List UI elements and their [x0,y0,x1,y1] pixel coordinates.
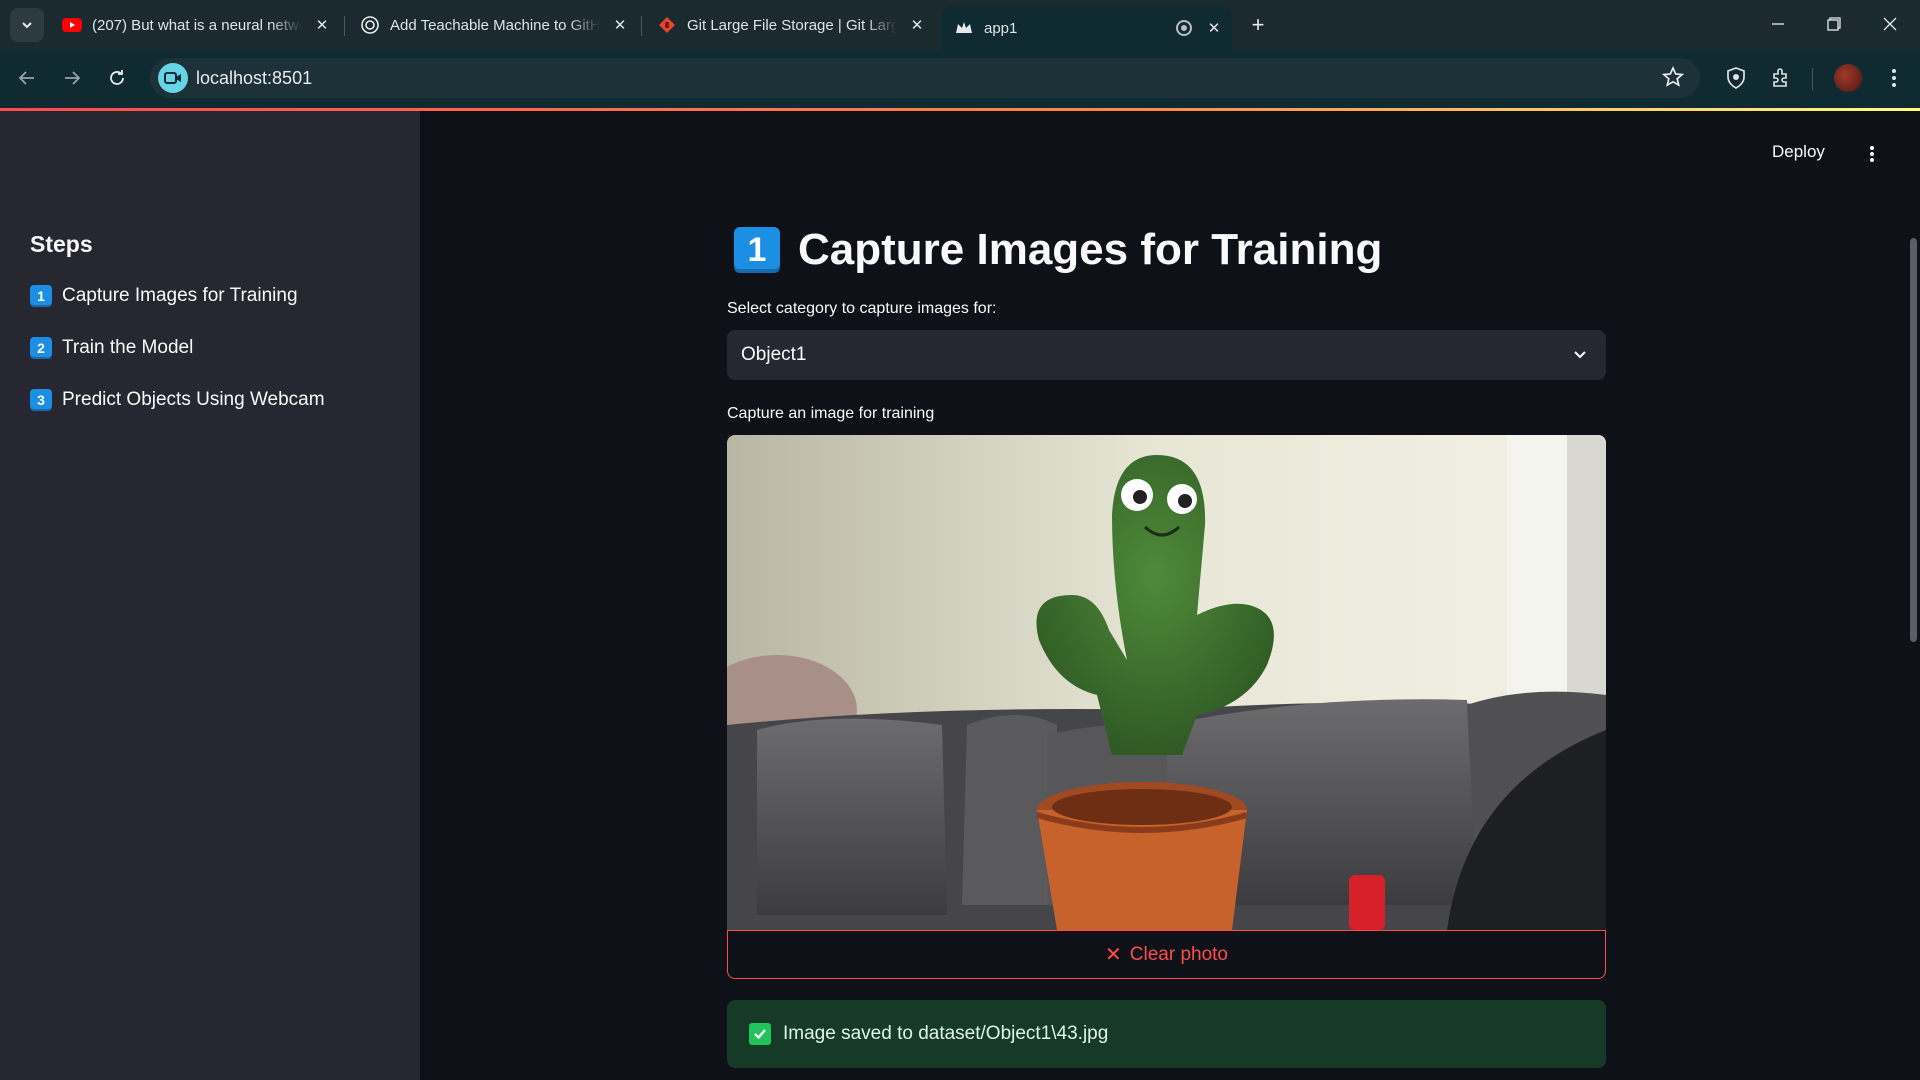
chevron-down-icon [22,22,32,29]
bookmark-star-icon[interactable] [1661,65,1685,93]
close-tab-icon[interactable]: ✕ [1204,18,1224,38]
tab-separator [344,16,345,36]
category-select-value: Object1 [741,344,807,365]
clear-photo-label: Clear photo [1129,943,1228,965]
back-button[interactable] [10,61,44,95]
close-tab-icon[interactable]: ✕ [907,15,927,35]
restore-button[interactable] [1806,0,1862,48]
keycap-two-icon: 2 [30,337,52,359]
category-select-label: Select category to capture images for: [727,300,997,317]
browser-tab-youtube[interactable]: (207) But what is a neural netwo ✕ [50,8,340,42]
success-message: Image saved to dataset/Object1\43.jpg [783,1023,1109,1044]
tab-separator [641,16,642,36]
arrow-left-icon [18,71,34,85]
sidebar-item-label: Predict Objects Using Webcam [62,389,325,410]
browser-toolbar: localhost:8501 [0,50,1920,108]
camera-in-use-icon [164,72,181,84]
browser-tab-bar: (207) But what is a neural netwo ✕ Add T… [0,0,1920,50]
shield-extension-icon[interactable] [1720,62,1752,94]
close-tab-icon[interactable]: ✕ [610,15,630,35]
extensions-puzzle-icon[interactable] [1765,62,1797,94]
sidebar-item-predict[interactable]: 3 Predict Objects Using Webcam [30,385,325,415]
sidebar-item-capture[interactable]: 1 Capture Images for Training [30,281,298,311]
page-title: 1 Capture Images for Training [734,222,1382,278]
reload-button[interactable] [100,61,134,95]
minimize-button[interactable] [1750,0,1806,48]
new-tab-button[interactable]: + [1245,12,1271,38]
sidebar-heading: Steps [30,231,93,257]
keycap-one-icon: 1 [734,227,780,273]
url-text: localhost:8501 [196,68,313,88]
success-alert: Image saved to dataset/Object1\43.jpg [727,1000,1606,1068]
openai-icon [360,15,380,35]
check-mark-icon [749,1023,771,1045]
minimize-icon [1772,23,1784,25]
close-icon: ✕ [1105,944,1122,966]
browser-tab-git-lfs[interactable]: Git Large File Storage | Git Large ✕ [645,8,935,42]
restore-icon [1827,17,1841,31]
tab-title: app1 [984,19,1018,37]
browser-tab-teachable[interactable]: Add Teachable Machine to GitHub ✕ [348,8,638,42]
app-sidebar: Steps 1 Capture Images for Training 2 Tr… [0,111,420,1080]
category-select[interactable]: Object1 [727,330,1606,380]
browser-menu-icon[interactable] [1878,62,1910,94]
tab-title: Add Teachable Machine to GitHub [390,16,600,34]
captured-photo [727,435,1606,930]
clear-photo-button[interactable]: ✕ Clear photo [727,930,1606,979]
app-menu-icon[interactable] [1862,140,1882,168]
git-lfs-icon [657,15,677,35]
tab-title: (207) But what is a neural netwo [92,16,302,34]
keycap-one-icon: 1 [30,285,52,307]
sidebar-item-train[interactable]: 2 Train the Model [30,333,193,363]
address-bar[interactable]: localhost:8501 [150,58,1700,98]
page-scrollbar[interactable] [1910,238,1917,642]
deploy-button[interactable]: Deploy [1772,142,1825,162]
recording-indicator-icon [1176,20,1192,36]
close-window-button[interactable] [1862,0,1918,48]
page-title-text: Capture Images for Training [798,225,1383,274]
chevron-down-icon [1572,346,1588,367]
reload-icon [110,70,124,85]
keycap-three-icon: 3 [30,389,52,411]
sidebar-item-label: Train the Model [62,337,194,358]
close-tab-icon[interactable]: ✕ [312,15,332,35]
browser-tab-app1[interactable]: app1 ✕ [942,6,1232,50]
youtube-icon [62,15,82,35]
site-info-button[interactable] [158,63,188,93]
arrow-right-icon [65,71,81,85]
streamlit-crown-icon [954,18,974,38]
sidebar-item-label: Capture Images for Training [62,285,298,306]
tab-search-button[interactable] [10,8,44,42]
profile-avatar[interactable] [1834,64,1862,92]
close-icon [1883,17,1897,31]
toolbar-separator [1812,68,1813,90]
forward-button[interactable] [55,61,89,95]
camera-input-label: Capture an image for training [727,405,935,422]
tab-title: Git Large File Storage | Git Large [687,16,897,34]
